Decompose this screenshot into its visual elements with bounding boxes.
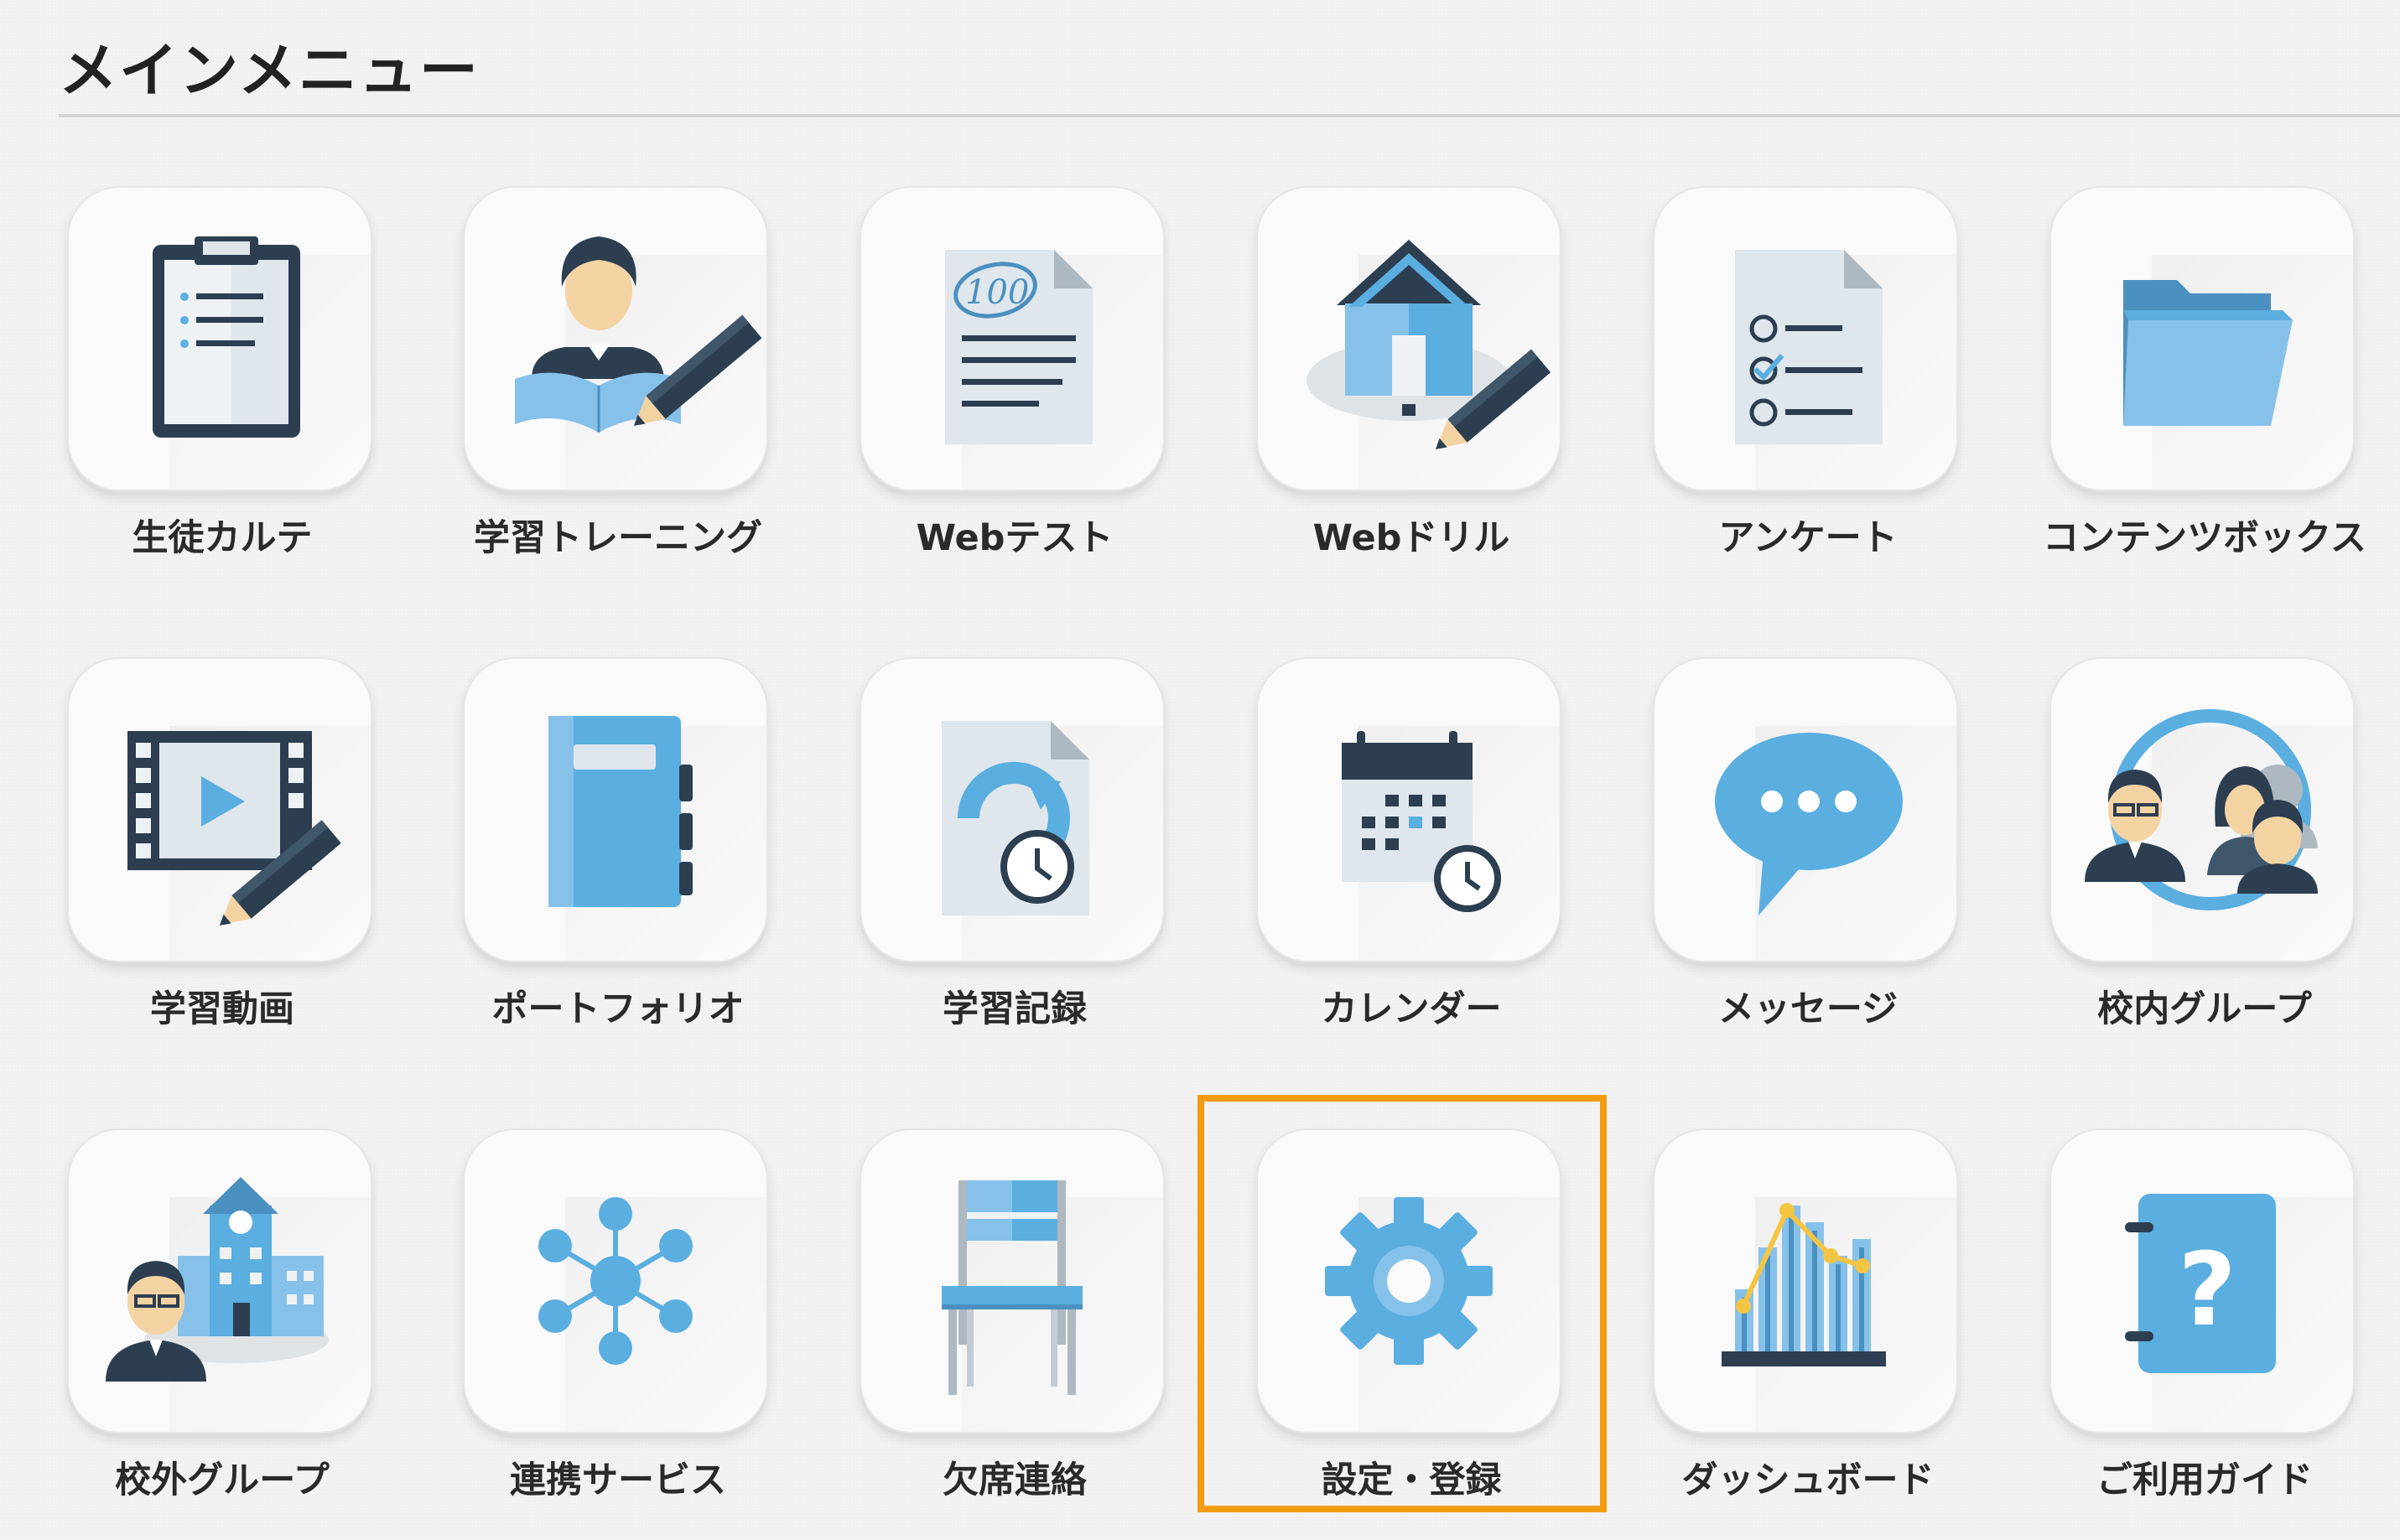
menu-item-label: 欠席連絡	[943, 1460, 1087, 1501]
notebook-icon	[548, 716, 693, 907]
menu-item-student-record[interactable]: 生徒カルテ	[59, 186, 386, 589]
student-reading-pencil-icon	[515, 236, 762, 433]
menu-item-label: メッセージ	[1717, 988, 1899, 1030]
menu-item-label: ダッシュボード	[1681, 1460, 1935, 1501]
menu-item-user-guide[interactable]: ? ご利用ガイド	[2041, 1128, 2368, 1531]
speech-bubble-icon	[1715, 733, 1903, 915]
menu-item-web-test[interactable]: 100 Webテスト	[851, 186, 1178, 589]
title-divider	[59, 114, 2400, 117]
menu-item-label: ご利用ガイド	[2096, 1460, 2313, 1501]
menu-item-label: Webテスト	[916, 517, 1114, 559]
test-score-document-icon: 100	[945, 250, 1093, 444]
menu-item-survey[interactable]: アンケート	[1644, 186, 1971, 589]
menu-item-content-box[interactable]: コンテンツボックス	[2041, 186, 2368, 589]
menu-item-web-drill[interactable]: Webドリル	[1248, 186, 1575, 589]
gear-icon	[1325, 1197, 1493, 1365]
svg-text:?: ?	[2178, 1232, 2236, 1349]
help-book-icon: ?	[2125, 1194, 2276, 1373]
menu-item-label: 生徒カルテ	[132, 517, 313, 559]
menu-item-label: 連携サービス	[510, 1460, 726, 1501]
menu-item-calendar[interactable]: カレンダー	[1248, 657, 1575, 1060]
calendar-clock-icon	[1342, 731, 1501, 912]
chair-icon	[942, 1180, 1083, 1395]
menu-item-label: コンテンツボックス	[2043, 517, 2366, 559]
svg-text:100: 100	[965, 273, 1029, 312]
menu-item-label: 校内グループ	[2097, 988, 2312, 1030]
menu-item-portfolio[interactable]: ポートフォリオ	[455, 657, 782, 1060]
checklist-document-icon	[1735, 250, 1883, 444]
network-hub-icon	[538, 1197, 693, 1365]
document-history-clock-icon	[942, 721, 1089, 915]
menu-item-learning-video[interactable]: 学習動画	[59, 657, 386, 1060]
menu-item-linked-services[interactable]: 連携サービス	[455, 1128, 782, 1531]
group-people-icon	[2085, 709, 2318, 910]
menu-item-label: 学習記録	[943, 988, 1087, 1030]
menu-item-label: 学習トレーニング	[474, 517, 762, 559]
menu-item-learning-record[interactable]: 学習記録	[851, 657, 1178, 1060]
menu-item-label: 学習動画	[150, 988, 294, 1030]
menu-item-message[interactable]: メッセージ	[1644, 657, 1971, 1060]
menu-item-label: カレンダー	[1321, 988, 1502, 1030]
menu-item-dashboard[interactable]: ダッシュボード	[1644, 1128, 1971, 1531]
bar-line-chart-icon	[1722, 1203, 1886, 1366]
menu-item-label: アンケート	[1718, 517, 1898, 559]
menu-item-absence-report[interactable]: 欠席連絡	[851, 1128, 1178, 1531]
video-film-pencil-icon	[127, 731, 341, 926]
home-pencil-icon	[1306, 240, 1551, 449]
school-building-person-icon	[106, 1177, 329, 1382]
page-title: メインメニュー	[59, 36, 480, 105]
menu-item-school-group[interactable]: 校内グループ	[2041, 657, 2368, 1060]
folder-icon	[2123, 280, 2293, 426]
menu-item-label: 校外グループ	[115, 1460, 330, 1501]
menu-item-learning-training[interactable]: 学習トレーニング	[455, 186, 782, 589]
menu-item-label: ポートフォリオ	[491, 988, 745, 1030]
menu-item-label: Webドリル	[1312, 517, 1510, 559]
clipboard-icon	[153, 236, 300, 438]
menu-item-external-group[interactable]: 校外グループ	[59, 1128, 386, 1531]
